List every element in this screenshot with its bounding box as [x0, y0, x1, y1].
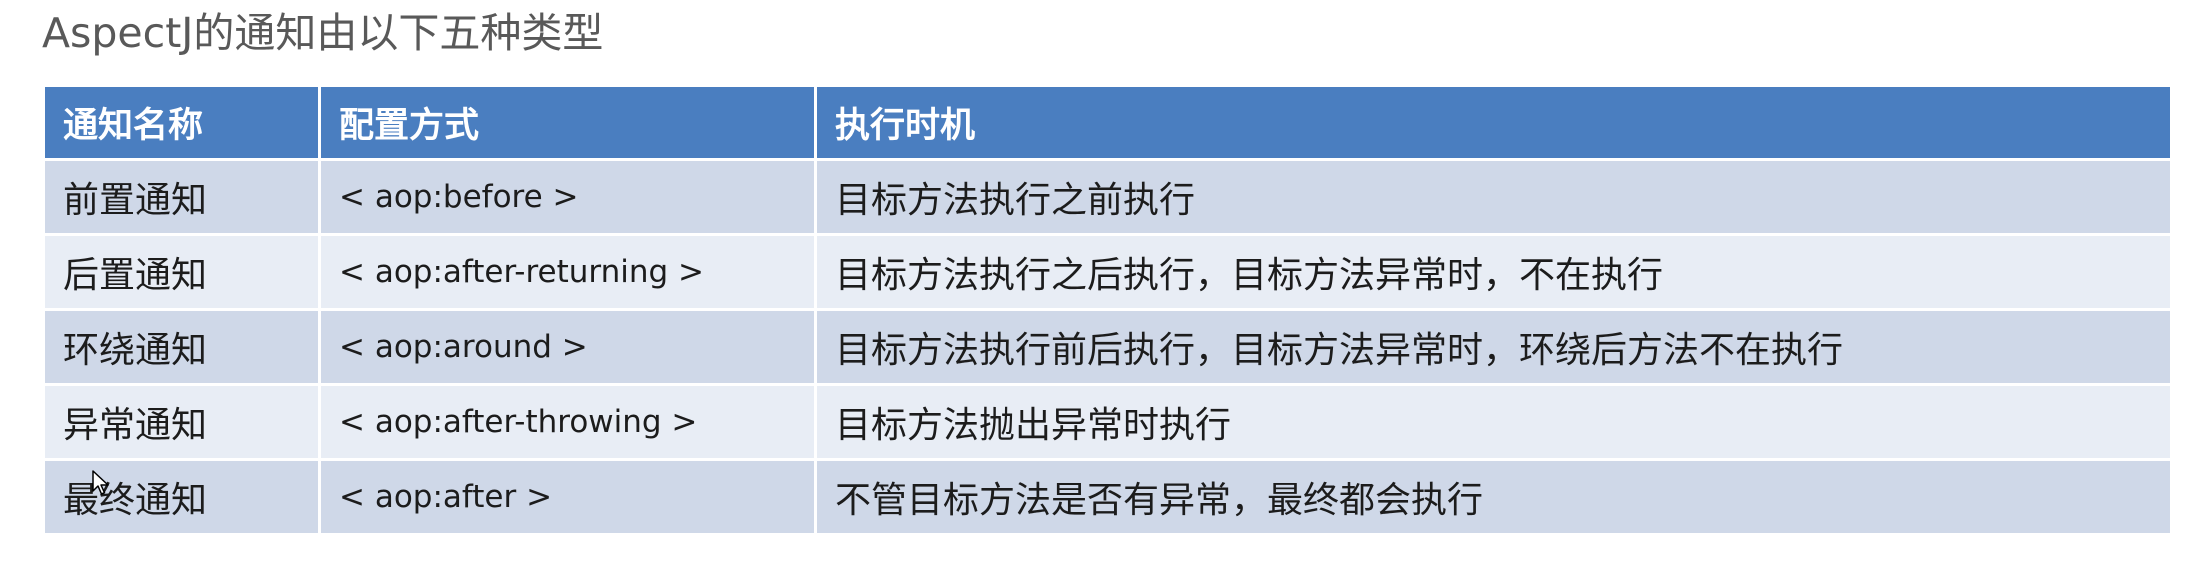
- advice-config-cell: < aop:after >: [318, 458, 817, 536]
- advice-config-cell: < aop:after-throwing >: [318, 383, 817, 461]
- column-header-name: 通知名称: [42, 84, 321, 161]
- table-row: 最终通知 < aop:after > 不管目标方法是否有异常，最终都会执行: [42, 458, 2173, 536]
- advice-types-table: 通知名称 配置方式 执行时机 前置通知 < aop:before > 目标方法执…: [42, 84, 2173, 536]
- table-row: 前置通知 < aop:before > 目标方法执行之前执行: [42, 158, 2173, 236]
- advice-timing-cell: 目标方法执行前后执行，目标方法异常时，环绕后方法不在执行: [814, 308, 2173, 386]
- advice-name-cell: 最终通知: [42, 458, 321, 536]
- advice-name-cell: 异常通知: [42, 383, 321, 461]
- column-header-timing: 执行时机: [814, 84, 2173, 161]
- advice-name-cell: 环绕通知: [42, 308, 321, 386]
- advice-config-cell: < aop:before >: [318, 158, 817, 236]
- table-row: 异常通知 < aop:after-throwing > 目标方法抛出异常时执行: [42, 383, 2173, 461]
- table-header-row: 通知名称 配置方式 执行时机: [42, 84, 2173, 161]
- advice-timing-cell: 不管目标方法是否有异常，最终都会执行: [814, 458, 2173, 536]
- table-row: 环绕通知 < aop:around > 目标方法执行前后执行，目标方法异常时，环…: [42, 308, 2173, 386]
- mouse-pointer-icon: [92, 470, 109, 495]
- advice-config-cell: < aop:after-returning >: [318, 233, 817, 311]
- advice-name-cell: 后置通知: [42, 233, 321, 311]
- advice-timing-cell: 目标方法执行之后执行，目标方法异常时，不在执行: [814, 233, 2173, 311]
- advice-config-cell: < aop:around >: [318, 308, 817, 386]
- advice-timing-cell: 目标方法执行之前执行: [814, 158, 2173, 236]
- table-row: 后置通知 < aop:after-returning > 目标方法执行之后执行，…: [42, 233, 2173, 311]
- advice-name-cell: 前置通知: [42, 158, 321, 236]
- column-header-config: 配置方式: [318, 84, 817, 161]
- advice-timing-cell: 目标方法抛出异常时执行: [814, 383, 2173, 461]
- page-title: AspectJ的通知由以下五种类型: [42, 9, 604, 57]
